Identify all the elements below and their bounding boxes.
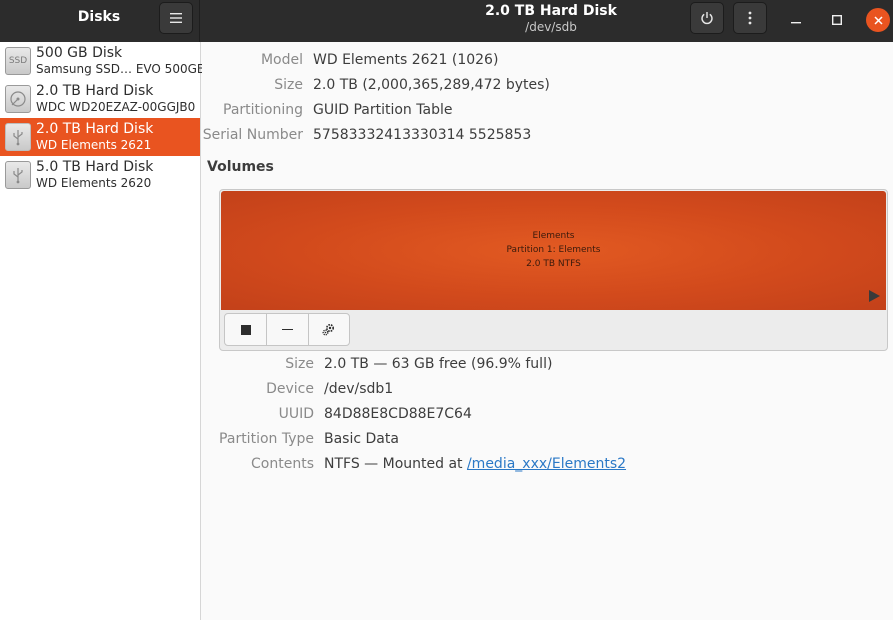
device-label: Device (266, 381, 314, 397)
minimize-icon (791, 22, 801, 24)
disk-item-2tb-usb[interactable]: 2.0 TB Hard Disk WD Elements 2621 (0, 118, 200, 156)
volumes-frame: Elements Partition 1: Elements 2.0 TB NT… (219, 189, 888, 351)
contents-text: NTFS — Mounted at (324, 456, 467, 472)
maximize-icon (832, 15, 842, 25)
disk-details-panel: Model WD Elements 2621 (1026) Size 2.0 T… (202, 42, 893, 620)
unmount-button[interactable] (225, 314, 266, 345)
partition-type-label: Partition Type (219, 431, 314, 447)
minus-icon (282, 328, 293, 331)
hard-disk-platter-icon (10, 91, 26, 107)
disk-model: Samsung SSD… EVO 500GB (36, 62, 206, 76)
uuid-value: 84D88E8CD88E7C64 (324, 406, 472, 422)
partition-size-label: Size (285, 356, 314, 372)
partitioning-row: Partitioning GUID Partition Table (202, 100, 892, 120)
uuid-row: UUID 84D88E8CD88E7C64 (202, 404, 892, 424)
usb-symbol-icon (13, 168, 23, 184)
mounted-play-icon (869, 290, 880, 302)
device-row: Device /dev/sdb1 (202, 379, 892, 399)
partitioning-value: GUID Partition Table (313, 102, 453, 118)
device-value: /dev/sdb1 (324, 381, 394, 397)
delete-partition-button[interactable] (266, 314, 307, 345)
mount-point-link[interactable]: /media_xxx/Elements2 (467, 456, 626, 472)
disk-model: WD Elements 2621 (36, 138, 152, 152)
drive-options-button[interactable] (733, 2, 767, 34)
drive-size-label: Size (274, 77, 303, 93)
disk-item-500gb[interactable]: SSD 500 GB Disk Samsung SSD… EVO 500GB (0, 42, 205, 80)
serial-value: 57583332413330314 5525853 (313, 127, 532, 143)
disk-model: WD Elements 2620 (36, 176, 152, 190)
model-label: Model (260, 52, 303, 68)
volume-toolbar (224, 313, 350, 346)
disk-name: 2.0 TB Hard Disk (36, 83, 154, 99)
usb-drive-icon (5, 161, 31, 189)
partition-size-text: 2.0 TB NTFS (526, 259, 581, 269)
partition-name-text: Partition 1: Elements (506, 245, 601, 255)
gears-icon (322, 323, 335, 336)
disk-item-2tb-internal[interactable]: 2.0 TB Hard Disk WDC WD20EZAZ-00GGJB0 (0, 80, 200, 118)
partition-type-row: Partition Type Basic Data (202, 429, 892, 449)
close-icon (873, 15, 883, 25)
minimize-button[interactable] (784, 8, 808, 32)
partition-size-row: Size 2.0 TB — 63 GB free (96.9% full) (202, 354, 892, 374)
partition-block[interactable]: Elements Partition 1: Elements 2.0 TB NT… (221, 191, 886, 310)
contents-label: Contents (251, 456, 314, 472)
partitioning-label: Partitioning (223, 102, 303, 118)
usb-symbol-icon (13, 130, 23, 146)
disk-name: 500 GB Disk (36, 45, 123, 61)
model-row: Model WD Elements 2621 (1026) (202, 50, 892, 70)
contents-row: Contents NTFS — Mounted at /media_xxx/El… (202, 454, 892, 474)
volume-label-text: Elements (532, 231, 575, 241)
ssd-icon-label: SSD (8, 56, 28, 66)
contents-value: NTFS — Mounted at /media_xxx/Elements2 (324, 454, 626, 474)
usb-drive-icon (5, 123, 31, 151)
power-icon (701, 12, 713, 25)
sidebar-header: Disks (0, 0, 200, 42)
disk-name: 5.0 TB Hard Disk (36, 159, 154, 175)
partition-settings-button[interactable] (307, 314, 349, 345)
power-off-button[interactable] (690, 2, 724, 34)
close-button[interactable] (866, 8, 890, 32)
app-title-text: Disks (77, 9, 121, 25)
uuid-label: UUID (278, 406, 314, 422)
hard-disk-icon (5, 85, 31, 113)
disk-model: WDC WD20EZAZ-00GGJB0 (36, 100, 196, 114)
ssd-icon: SSD (5, 47, 31, 75)
serial-label: Serial Number (202, 127, 303, 143)
serial-row: Serial Number 57583332413330314 5525853 (202, 125, 892, 145)
disk-list-sidebar: SSD 500 GB Disk Samsung SSD… EVO 500GB 2… (0, 42, 205, 620)
drive-size-value: 2.0 TB (2,000,365,289,472 bytes) (313, 77, 550, 93)
partition-size-value: 2.0 TB — 63 GB free (96.9% full) (324, 356, 553, 372)
disk-item-5tb-usb[interactable]: 5.0 TB Hard Disk WD Elements 2620 (0, 156, 200, 194)
maximize-button[interactable] (825, 8, 849, 32)
drive-size-row: Size 2.0 TB (2,000,365,289,472 bytes) (202, 75, 892, 95)
stop-icon (240, 324, 251, 335)
partition-type-value: Basic Data (324, 431, 399, 447)
hamburger-menu-button[interactable] (159, 2, 193, 34)
volumes-heading: Volumes (207, 159, 274, 175)
hamburger-menu-icon (170, 13, 182, 23)
header-bar: Disks 2.0 TB Hard Disk /dev/sdb (0, 0, 893, 42)
vertical-dots-icon (748, 11, 752, 25)
model-value: WD Elements 2621 (1026) (313, 52, 499, 68)
disk-name: 2.0 TB Hard Disk (36, 121, 154, 137)
